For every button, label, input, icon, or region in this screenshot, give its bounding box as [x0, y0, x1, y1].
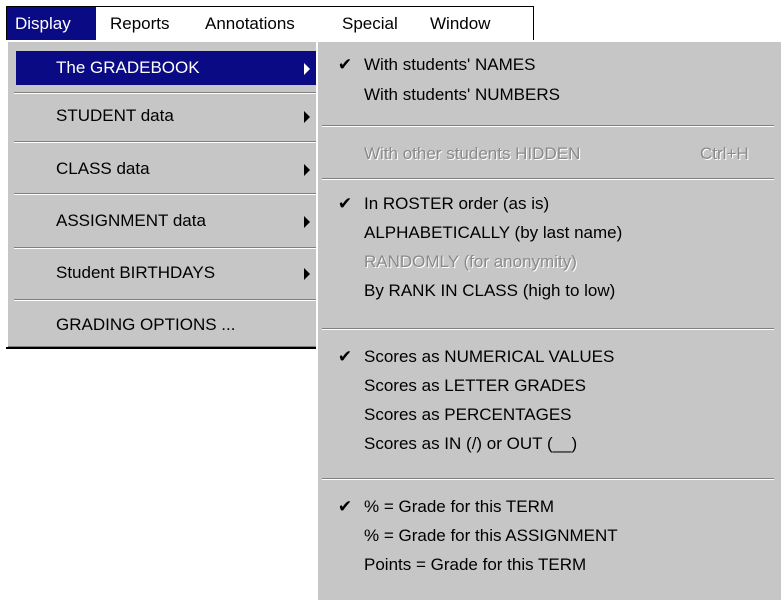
gradebook-submenu: ✔ With students' NAMES With students' NU…	[316, 40, 781, 600]
submenu-item-percentages[interactable]: Scores as PERCENTAGES	[322, 400, 778, 430]
menu-window[interactable]: Window	[430, 7, 490, 40]
submenu-item-label: In ROSTER order (as is)	[364, 194, 550, 213]
menu-separator	[14, 299, 320, 301]
menu-separator	[14, 247, 320, 249]
submenu-item-in-out[interactable]: Scores as IN (/) or OUT (__)	[322, 429, 778, 459]
menu-special[interactable]: Special	[342, 7, 398, 40]
submenu-item-label: Scores as NUMERICAL VALUES	[364, 347, 615, 366]
menu-separator	[14, 193, 320, 195]
submenu-item-label: ALPHABETICALLY (by last name)	[364, 223, 623, 242]
submenu-item-grade-term[interactable]: ✔ % = Grade for this TERM	[322, 492, 778, 522]
submenu-item-roster-order[interactable]: ✔ In ROSTER order (as is)	[322, 189, 778, 219]
menu-item-label: Student BIRTHDAYS	[56, 263, 216, 282]
submenu-arrow-icon	[304, 111, 310, 123]
submenu-arrow-icon	[304, 164, 310, 176]
checkmark-icon: ✔	[337, 55, 353, 74]
checkmark-icon: ✔	[337, 194, 353, 213]
menu-item-class-data[interactable]: CLASS data	[16, 152, 318, 186]
menu-item-assignment-data[interactable]: ASSIGNMENT data	[16, 204, 318, 238]
submenu-item-label: With students' NAMES	[364, 55, 536, 74]
submenu-item-randomly[interactable]: RANDOMLY (for anonymity)	[322, 247, 778, 277]
menu-bar: Display Reports Annotations Special Wind…	[6, 6, 534, 40]
menu-separator	[14, 92, 320, 94]
submenu-arrow-icon	[304, 216, 310, 228]
submenu-item-label: Scores as LETTER GRADES	[364, 376, 587, 395]
submenu-item-label: By RANK IN CLASS (high to low)	[364, 281, 616, 300]
menu-separator	[322, 328, 774, 330]
submenu-item-letter-grades[interactable]: Scores as LETTER GRADES	[322, 371, 778, 401]
submenu-arrow-icon	[304, 268, 310, 280]
menu-item-label: GRADING OPTIONS ...	[56, 315, 236, 334]
menu-item-label: STUDENT data	[56, 106, 174, 125]
menu-separator	[322, 125, 774, 127]
menu-separator	[322, 178, 774, 180]
menu-item-grading-options[interactable]: GRADING OPTIONS ...	[16, 308, 318, 342]
submenu-item-label: Points = Grade for this TERM	[364, 555, 587, 574]
submenu-item-names[interactable]: ✔ With students' NAMES	[322, 50, 778, 80]
submenu-item-label: Scores as PERCENTAGES	[364, 405, 572, 424]
submenu-item-alphabetically[interactable]: ALPHABETICALLY (by last name)	[322, 218, 778, 248]
menu-reports[interactable]: Reports	[110, 7, 170, 40]
menu-item-student-data[interactable]: STUDENT data	[16, 99, 318, 133]
menu-item-label: CLASS data	[56, 159, 150, 178]
menu-item-label: ASSIGNMENT data	[56, 211, 206, 230]
submenu-item-label: RANDOMLY (for anonymity)	[364, 252, 577, 271]
submenu-item-hidden[interactable]: With other students HIDDEN Ctrl+H	[322, 139, 778, 169]
submenu-item-numerical[interactable]: ✔ Scores as NUMERICAL VALUES	[322, 342, 778, 372]
submenu-item-label: % = Grade for this TERM	[364, 497, 555, 516]
shortcut-label: Ctrl+H	[700, 144, 749, 163]
menu-item-label: The GRADEBOOK	[56, 58, 200, 77]
menu-display[interactable]: Display	[7, 7, 96, 40]
menu-separator	[14, 141, 320, 143]
checkmark-icon: ✔	[337, 347, 353, 366]
submenu-item-points-term[interactable]: Points = Grade for this TERM	[322, 550, 778, 580]
checkmark-icon: ✔	[337, 497, 353, 516]
submenu-item-rank[interactable]: By RANK IN CLASS (high to low)	[322, 276, 778, 306]
submenu-item-numbers[interactable]: With students' NUMBERS	[322, 80, 778, 110]
submenu-item-label: % = Grade for this ASSIGNMENT	[364, 526, 618, 545]
menu-item-gradebook[interactable]: The GRADEBOOK	[16, 51, 318, 85]
menu-annotations[interactable]: Annotations	[205, 7, 295, 40]
submenu-arrow-icon	[304, 63, 310, 75]
submenu-item-grade-assignment[interactable]: % = Grade for this ASSIGNMENT	[322, 521, 778, 551]
display-menu: The GRADEBOOK STUDENT data CLASS data AS…	[6, 40, 323, 349]
menu-item-student-birthdays[interactable]: Student BIRTHDAYS	[16, 256, 318, 290]
menu-separator	[322, 478, 774, 480]
submenu-item-label: Scores as IN (/) or OUT (__)	[364, 434, 578, 453]
submenu-item-label: With students' NUMBERS	[364, 85, 560, 104]
submenu-item-label: With other students HIDDEN	[364, 144, 581, 163]
